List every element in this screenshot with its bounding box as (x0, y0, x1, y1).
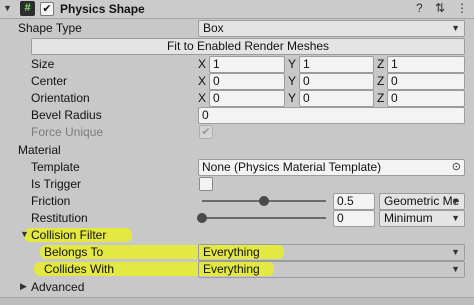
restitution-slider-track[interactable] (202, 217, 326, 219)
size-x-field[interactable]: 1 (209, 56, 285, 73)
script-icon: # (20, 1, 35, 16)
center-x-field[interactable]: 0 (209, 73, 285, 90)
template-value: None (Physics Material Template) (202, 160, 382, 174)
restitution-combine-value: Minimum (384, 211, 433, 225)
orientation-y-axis-label: Y (288, 91, 297, 105)
chevron-down-icon: ▼ (451, 23, 460, 33)
friction-slider-thumb[interactable] (259, 196, 269, 206)
belongs-to-value: Everything (203, 245, 260, 259)
center-y-field[interactable]: 0 (299, 73, 374, 90)
component-title: Physics Shape (60, 2, 145, 16)
is-trigger-checkbox[interactable] (199, 177, 213, 191)
friction-value-field[interactable]: 0.5 (333, 193, 375, 210)
size-row: Size X 1 Y 1 Z 1 (0, 55, 474, 73)
help-icon[interactable]: ? (416, 1, 423, 15)
collision-filter-label: Collision Filter (31, 228, 107, 242)
size-x-axis-label: X (198, 57, 207, 71)
component-enabled-checkbox[interactable]: ✔ (40, 2, 54, 16)
template-row: Template None (Physics Material Template… (0, 158, 474, 176)
collides-with-dropdown[interactable]: Everything ▼ (198, 261, 465, 278)
chevron-down-icon: ▼ (451, 213, 460, 223)
advanced-label: Advanced (31, 280, 85, 294)
shape-type-dropdown[interactable]: Box ▼ (198, 20, 465, 37)
foldout-arrow-icon[interactable]: ▼ (20, 229, 29, 239)
orientation-x-axis-label: X (198, 91, 207, 105)
restitution-slider-thumb[interactable] (197, 213, 207, 223)
foldout-arrow-icon[interactable]: ▼ (3, 3, 12, 13)
shape-type-value: Box (203, 21, 224, 35)
collides-with-value: Everything (203, 262, 260, 276)
material-section-label: Material (18, 143, 61, 157)
center-row: Center X 0 Y 0 Z 0 (0, 72, 474, 90)
component-header[interactable]: ▼ # ✔ Physics Shape ? ⇅ ⋮ (0, 0, 474, 19)
size-y-field[interactable]: 1 (299, 56, 374, 73)
foldout-arrow-icon[interactable]: ▶ (20, 281, 27, 292)
center-y-axis-label: Y (288, 74, 297, 88)
restitution-label: Restitution (31, 211, 88, 225)
fit-to-render-meshes-button[interactable]: Fit to Enabled Render Meshes (31, 38, 465, 55)
force-unique-checkbox: ✔ (199, 125, 213, 139)
belongs-to-dropdown[interactable]: Everything ▼ (198, 244, 465, 261)
size-z-axis-label: Z (377, 57, 385, 71)
restitution-value-field[interactable]: 0 (333, 210, 375, 227)
orientation-z-field[interactable]: 0 (387, 90, 465, 107)
belongs-to-row: Belongs To Everything ▼ (0, 243, 474, 261)
shape-type-row: Shape Type Box ▼ (0, 19, 474, 37)
size-label: Size (31, 57, 55, 71)
force-unique-label: Force Unique (31, 125, 104, 139)
collides-with-row: Collides With Everything ▼ (0, 260, 474, 278)
orientation-x-field[interactable]: 0 (209, 90, 285, 107)
center-z-field[interactable]: 0 (387, 73, 465, 90)
is-trigger-label: Is Trigger (31, 177, 82, 191)
force-unique-row: Force Unique ✔ (0, 123, 474, 141)
orientation-label: Orientation (31, 91, 90, 105)
chevron-down-icon: ▼ (451, 264, 460, 274)
bevel-radius-label: Bevel Radius (31, 108, 102, 122)
bevel-radius-field[interactable]: 0 (198, 107, 465, 124)
size-z-field[interactable]: 1 (387, 56, 465, 73)
chevron-down-icon: ▼ (451, 196, 460, 206)
is-trigger-row: Is Trigger (0, 175, 474, 193)
center-label: Center (31, 74, 68, 88)
context-menu-icon[interactable]: ⋮ (456, 1, 468, 15)
center-z-axis-label: Z (377, 74, 385, 88)
material-section-row: Material (0, 141, 474, 159)
friction-row: Friction 0.5 Geometric Me ▼ (0, 192, 474, 210)
collision-filter-row[interactable]: ▼ Collision Filter (0, 226, 474, 244)
belongs-to-label: Belongs To (44, 245, 104, 259)
bevel-radius-row: Bevel Radius 0 (0, 106, 474, 124)
advanced-row[interactable]: ▶ Advanced (0, 278, 474, 296)
orientation-row: Orientation X 0 Y 0 Z 0 (0, 89, 474, 107)
shape-type-label: Shape Type (18, 21, 82, 35)
orientation-z-axis-label: Z (377, 91, 385, 105)
collides-with-label: Collides With (44, 262, 115, 276)
friction-label: Friction (31, 194, 71, 208)
chevron-down-icon: ▼ (451, 247, 460, 257)
friction-combine-dropdown[interactable]: Geometric Me ▼ (379, 193, 465, 210)
restitution-row: Restitution 0 Minimum ▼ (0, 209, 474, 227)
restitution-combine-dropdown[interactable]: Minimum ▼ (379, 210, 465, 227)
orientation-y-field[interactable]: 0 (299, 90, 374, 107)
template-object-field[interactable]: None (Physics Material Template) ⊙ (198, 159, 465, 176)
fit-button-row: Fit to Enabled Render Meshes (0, 37, 474, 55)
next-component-header (0, 297, 474, 305)
center-x-axis-label: X (198, 74, 207, 88)
presets-icon[interactable]: ⇅ (435, 1, 445, 15)
template-label: Template (31, 160, 80, 174)
object-picker-icon[interactable]: ⊙ (452, 160, 461, 175)
friction-combine-value: Geometric Me (384, 194, 460, 208)
size-y-axis-label: Y (288, 57, 297, 71)
